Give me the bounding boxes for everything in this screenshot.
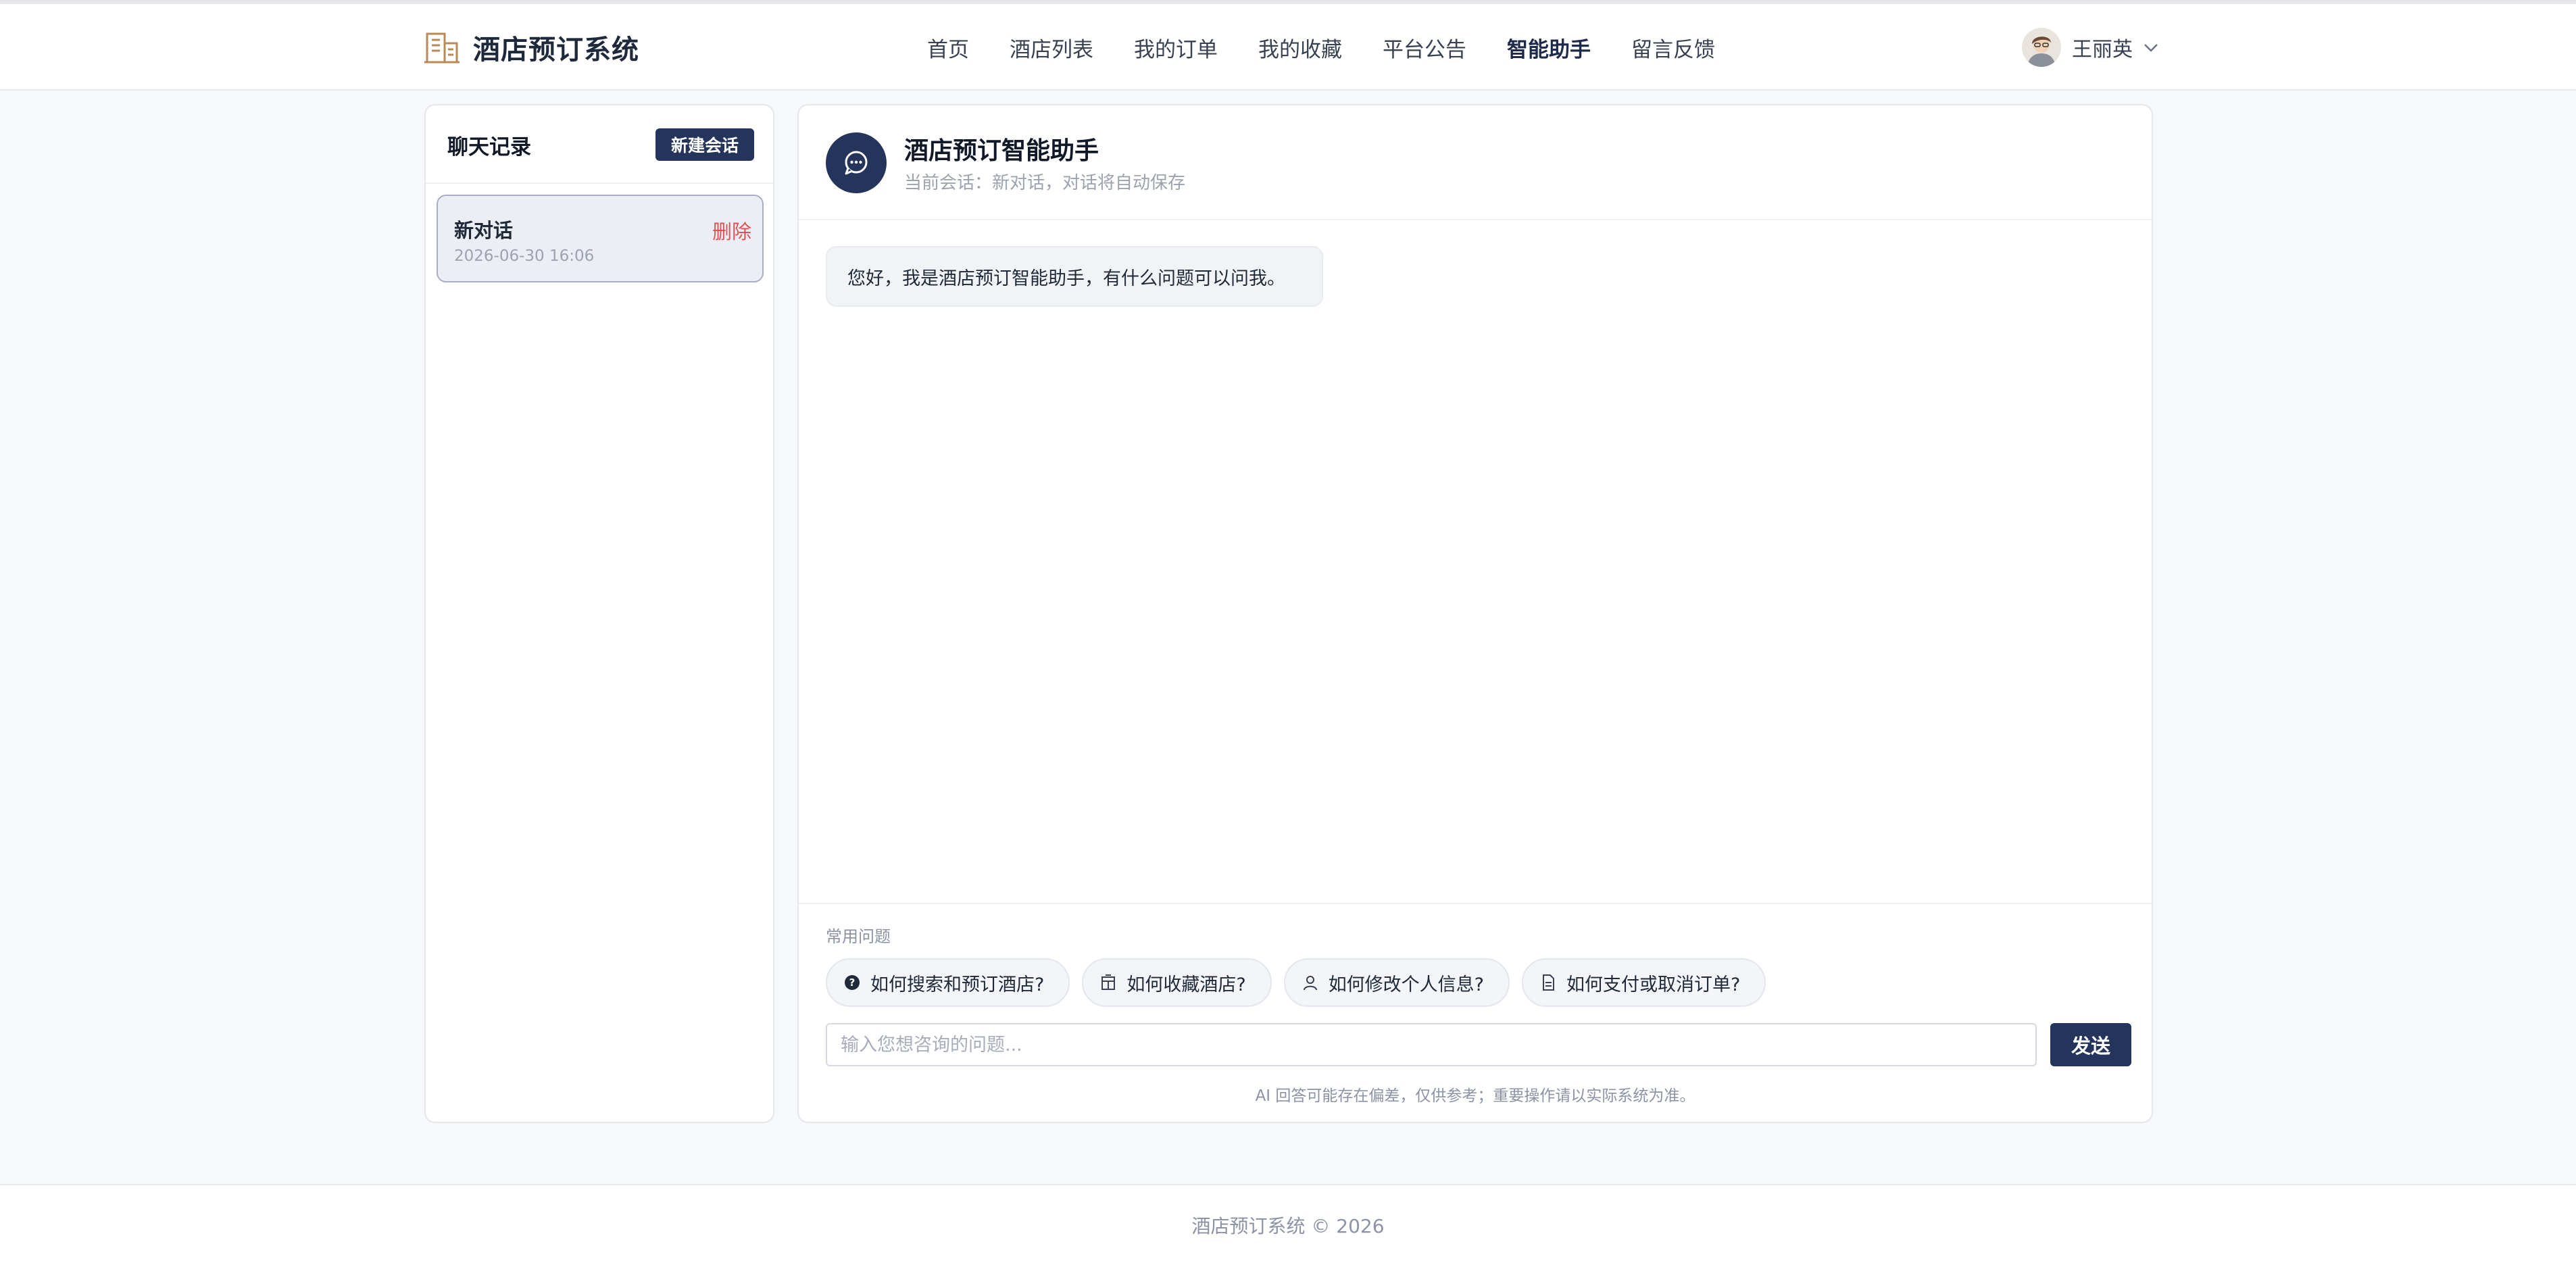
conversation-item[interactable]: 新对话 2026-06-30 16:06 删除 xyxy=(437,195,764,282)
chat-history-header: 聊天记录 新建会话 xyxy=(426,105,773,184)
chat-composer: 常用问题 ? 如何搜索和预订酒店? 如何收藏酒店? 如何修改个人信息? 如何支付… xyxy=(799,903,2152,1123)
faq-edit-profile[interactable]: 如何修改个人信息? xyxy=(1283,958,1510,1007)
user-menu[interactable]: 王丽英 xyxy=(2022,26,2160,69)
document-icon xyxy=(1543,974,1555,991)
ai-disclaimer: AI 回答可能存在偏差，仅供参考；重要操作请以实际系统为准。 xyxy=(1255,1087,1695,1105)
faq-label-text: 如何收藏酒店? xyxy=(1126,974,1246,995)
user-icon xyxy=(1303,976,1317,991)
message-list[interactable]: 您好，我是酒店预订智能助手，有什么问题可以问我。 xyxy=(799,222,2152,1007)
faq-label-text: 如何支付或取消订单? xyxy=(1566,974,1741,995)
chat-bubble-icon xyxy=(826,132,887,193)
nav-hotel-list[interactable]: 酒店列表 xyxy=(1010,32,1093,63)
app-title: 酒店预订系统 xyxy=(473,34,639,66)
nav-my-orders[interactable]: 我的订单 xyxy=(1134,32,1218,63)
question-circle-icon: ? xyxy=(845,975,860,990)
faq-pay-cancel[interactable]: 如何支付或取消订单? xyxy=(1522,958,1766,1007)
faq-label-text: 如何搜索和预订酒店? xyxy=(870,974,1045,995)
nav-ai-assistant[interactable]: 智能助手 xyxy=(1507,32,1591,63)
main-nav: 首页 酒店列表 我的订单 我的收藏 平台公告 智能助手 留言反馈 xyxy=(927,27,1756,68)
nav-feedback[interactable]: 留言反馈 xyxy=(1631,32,1715,63)
delete-conversation-button[interactable]: 删除 xyxy=(712,216,751,245)
page-footer: 酒店预订系统 © 2026 xyxy=(0,1184,2576,1265)
new-conversation-button[interactable]: 新建会话 xyxy=(655,128,754,161)
conversation-time: 2026-06-30 16:06 xyxy=(454,247,595,265)
faq-label: 常用问题 xyxy=(826,927,891,946)
chat-history-title: 聊天记录 xyxy=(447,135,531,159)
assistant-message: 您好，我是酒店预订智能助手，有什么问题可以问我。 xyxy=(826,246,1323,307)
user-name: 王丽英 xyxy=(2072,38,2133,61)
chat-title: 酒店预订智能助手 xyxy=(904,137,1099,165)
faq-label-text: 如何修改个人信息? xyxy=(1328,974,1485,995)
chat-history-panel: 聊天记录 新建会话 新对话 2026-06-30 16:06 删除 xyxy=(424,104,774,1123)
user-avatar[interactable] xyxy=(2022,28,2061,67)
footer-copyright: 酒店预订系统 © 2026 xyxy=(1191,1215,1385,1237)
hotel-building-icon xyxy=(424,32,460,64)
app-logo[interactable]: 酒店预订系统 xyxy=(424,27,639,68)
chat-subtitle: 当前会话：新对话，对话将自动保存 xyxy=(904,173,1186,193)
chat-panel: 酒店预订智能助手 当前会话：新对话，对话将自动保存 您好，我是酒店预订智能助手，… xyxy=(797,104,2153,1123)
send-button[interactable]: 发送 xyxy=(2050,1023,2131,1066)
input-row: 发送 xyxy=(826,1023,2131,1066)
top-header: 酒店预订系统 首页 酒店列表 我的订单 我的收藏 平台公告 智能助手 留言反馈 … xyxy=(0,4,2576,91)
nav-home[interactable]: 首页 xyxy=(927,32,969,63)
nav-my-favorites[interactable]: 我的收藏 xyxy=(1258,32,1342,63)
faq-favorite[interactable]: 如何收藏酒店? xyxy=(1082,958,1272,1007)
chat-header: 酒店预订智能助手 当前会话：新对话，对话将自动保存 xyxy=(799,105,2152,220)
building-icon xyxy=(1101,974,1116,990)
svg-text:?: ? xyxy=(849,976,856,989)
faq-list: ? 如何搜索和预订酒店? 如何收藏酒店? 如何修改个人信息? 如何支付或取消订单… xyxy=(826,958,1778,1007)
chevron-down-icon[interactable] xyxy=(2142,39,2160,56)
conversation-title: 新对话 xyxy=(454,219,514,242)
faq-search-book[interactable]: ? 如何搜索和预订酒店? xyxy=(826,958,1070,1007)
nav-announcements[interactable]: 平台公告 xyxy=(1383,32,1466,63)
chat-input[interactable] xyxy=(826,1023,2037,1066)
